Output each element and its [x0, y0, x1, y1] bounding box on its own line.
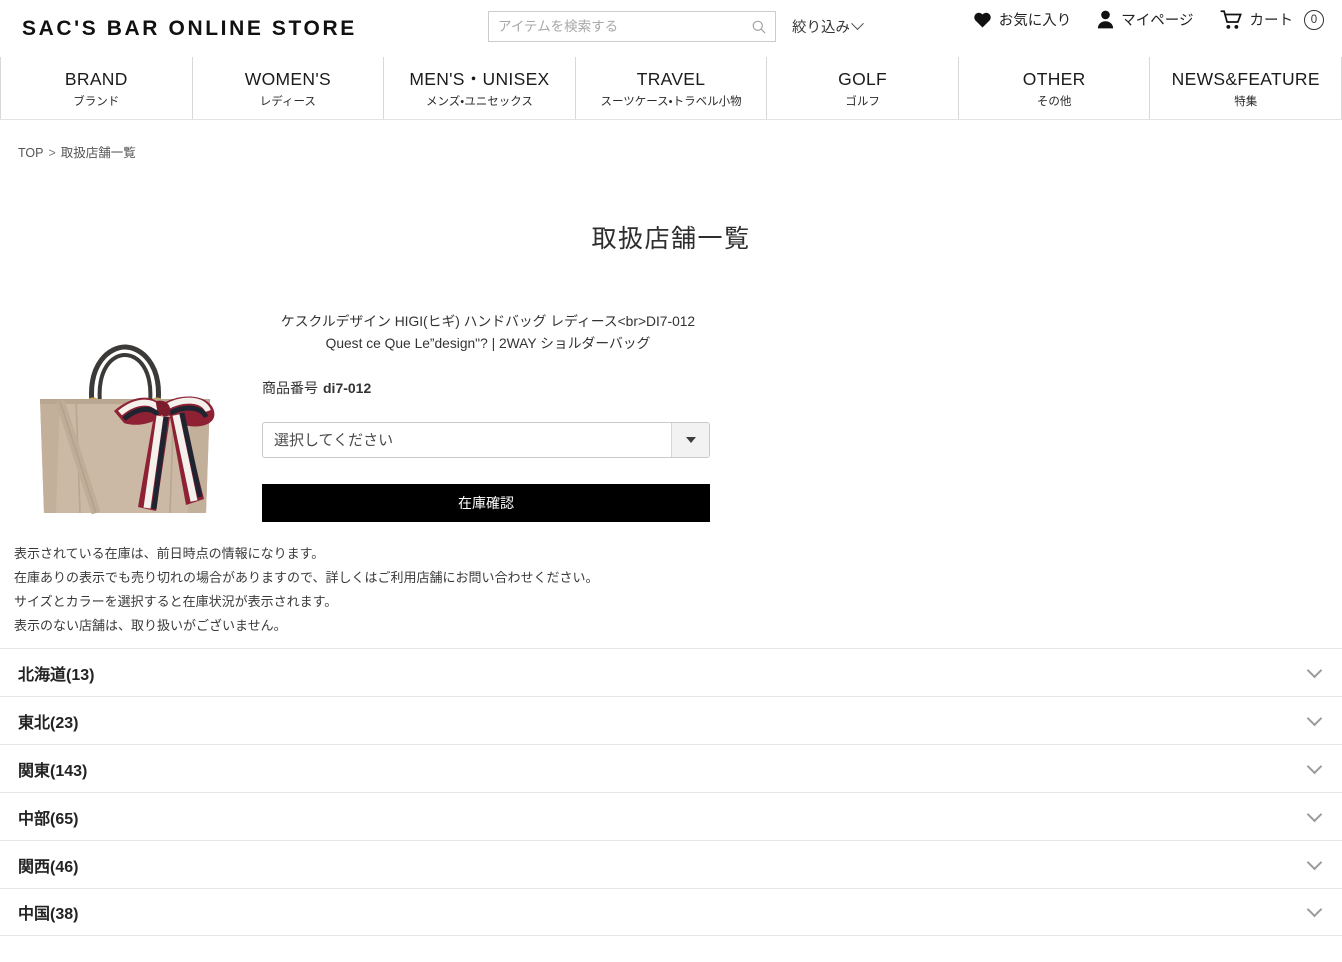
- product-code-value: di7-012: [323, 379, 372, 396]
- nav-label-en: MEN'S・UNISEX: [409, 68, 550, 89]
- nav-label-en: TRAVEL: [636, 68, 706, 89]
- nav-label-en: OTHER: [1022, 68, 1086, 89]
- product-title: ケスクルデザイン HIGI(ヒギ) ハンドバッグ レディース<br>DI7-01…: [280, 314, 696, 352]
- mypage-link[interactable]: マイページ: [1097, 9, 1194, 30]
- product-section: ケスクルデザイン HIGI(ヒギ) ハンドバッグ レディース<br>DI7-01…: [0, 307, 1342, 529]
- nav-item-brand[interactable]: BRAND ブランド: [0, 57, 192, 119]
- product-details: ケスクルデザイン HIGI(ヒギ) ハンドバッグ レディース<br>DI7-01…: [262, 307, 714, 529]
- cart-count-badge: 0: [1304, 9, 1324, 30]
- region-row-kanto[interactable]: 関東(143): [0, 744, 1342, 793]
- region-row-chugoku[interactable]: 中国(38): [0, 888, 1342, 937]
- region-row-chubu[interactable]: 中部(65): [0, 792, 1342, 841]
- nav-label-ja: ゴルフ: [845, 96, 880, 109]
- chevron-down-icon: [1306, 854, 1323, 870]
- filter-dropdown[interactable]: 絞り込み: [792, 16, 864, 37]
- favorites-label: お気に入り: [998, 13, 1072, 29]
- note-line: 表示のない店舗は、取り扱いがございません。: [14, 618, 287, 634]
- nav-label-en: NEWS&FEATURE: [1171, 68, 1320, 89]
- chevron-down-icon: [1306, 901, 1323, 918]
- mypage-label: マイページ: [1121, 13, 1194, 29]
- main-navigation: BRAND ブランド WOMEN'S レディース MEN'S・UNISEX メン…: [0, 57, 1342, 120]
- region-label: 関東(143): [18, 762, 88, 780]
- nav-item-mens-unisex[interactable]: MEN'S・UNISEX メンズ・ユニセックス: [383, 57, 575, 119]
- region-label: 中国(38): [18, 906, 79, 924]
- page-title: 取扱店舗一覧: [591, 225, 751, 253]
- site-logo[interactable]: SAC'S BAR ONLINE STORE: [22, 17, 357, 41]
- breadcrumb: TOP > 取扱店舗一覧: [0, 120, 1342, 161]
- region-row-kansai[interactable]: 関西(46): [0, 840, 1342, 889]
- nav-item-news-feature[interactable]: NEWS&FEATURE 特集: [1149, 57, 1342, 119]
- nav-label-ja: ブランド: [73, 96, 120, 109]
- variant-select-arrow[interactable]: [671, 422, 709, 457]
- region-label: 関西(46): [18, 858, 79, 876]
- nav-label-ja: 特集: [1234, 96, 1258, 109]
- note-line: 在庫ありの表示でも売り切れの場合がありますので、詳しくはご利用店舗にお問い合わせ…: [14, 570, 599, 586]
- product-image: [14, 307, 236, 529]
- variant-select-value: 選択してください: [274, 432, 394, 450]
- nav-label-ja: スーツケース・トラベル小物: [600, 96, 742, 109]
- product-code-label: 商品番号: [262, 379, 318, 396]
- region-row-hokkaido[interactable]: 北海道(13): [0, 648, 1342, 697]
- nav-label-en: BRAND: [64, 68, 128, 89]
- cart-label: カート: [1249, 13, 1294, 29]
- region-label: 中部(65): [18, 810, 79, 828]
- cart-icon: [1220, 9, 1243, 30]
- breadcrumb-separator: >: [48, 146, 56, 160]
- person-icon: [1097, 10, 1114, 29]
- search-area: 絞り込み: [488, 11, 864, 42]
- product-code: 商品番号 di7-012: [262, 378, 714, 398]
- chevron-down-icon: [1306, 710, 1323, 726]
- site-header: SAC'S BAR ONLINE STORE 絞り込み お気に入り: [0, 0, 1342, 57]
- variant-select[interactable]: 選択してください: [262, 421, 710, 458]
- caret-down-icon: [685, 436, 696, 443]
- nav-label-en: WOMEN'S: [244, 68, 331, 89]
- nav-label-ja: メンズ・ユニセックス: [426, 96, 533, 109]
- nav-item-golf[interactable]: GOLF ゴルフ: [766, 57, 958, 119]
- nav-label-en: GOLF: [838, 68, 888, 89]
- nav-label-ja: レディース: [259, 96, 316, 109]
- breadcrumb-top-link[interactable]: TOP: [18, 146, 43, 160]
- region-label: 北海道(13): [18, 666, 95, 684]
- nav-item-other[interactable]: OTHER その他: [957, 57, 1150, 119]
- chevron-down-icon: [1306, 806, 1323, 822]
- region-row-tohoku[interactable]: 東北(23): [0, 696, 1342, 745]
- chevron-down-icon: [1306, 662, 1323, 678]
- filter-label: 絞り込み: [792, 20, 850, 36]
- region-accordion: 北海道(13) 東北(23) 関東(143) 中部(65) 関西(46) 中国(…: [0, 648, 1342, 937]
- nav-item-travel[interactable]: TRAVEL スーツケース・トラベル小物: [574, 57, 767, 119]
- check-stock-button[interactable]: 在庫確認: [262, 483, 710, 522]
- heart-icon: [973, 11, 992, 28]
- header-utility-nav: お気に入り マイページ カート 0: [973, 9, 1324, 30]
- search-input[interactable]: [489, 12, 775, 41]
- search-box[interactable]: [488, 11, 776, 42]
- favorites-link[interactable]: お気に入り: [973, 9, 1072, 30]
- chevron-down-icon: [851, 17, 864, 31]
- cart-link[interactable]: カート 0: [1220, 9, 1324, 30]
- note-line: 表示されている在庫は、前日時点の情報になります。: [14, 546, 325, 561]
- region-label: 東北(23): [18, 714, 79, 732]
- chevron-down-icon: [1306, 758, 1323, 774]
- nav-item-womens[interactable]: WOMEN'S レディース: [191, 57, 384, 119]
- nav-label-ja: その他: [1036, 96, 1072, 109]
- breadcrumb-current: 取扱店舗一覧: [60, 146, 136, 160]
- note-line: サイズとカラーを選択すると在庫状況が表示されます。: [14, 594, 338, 610]
- stock-notes: 表示されている在庫は、前日時点の情報になります。 在庫ありの表示でも売り切れの場…: [0, 543, 1342, 636]
